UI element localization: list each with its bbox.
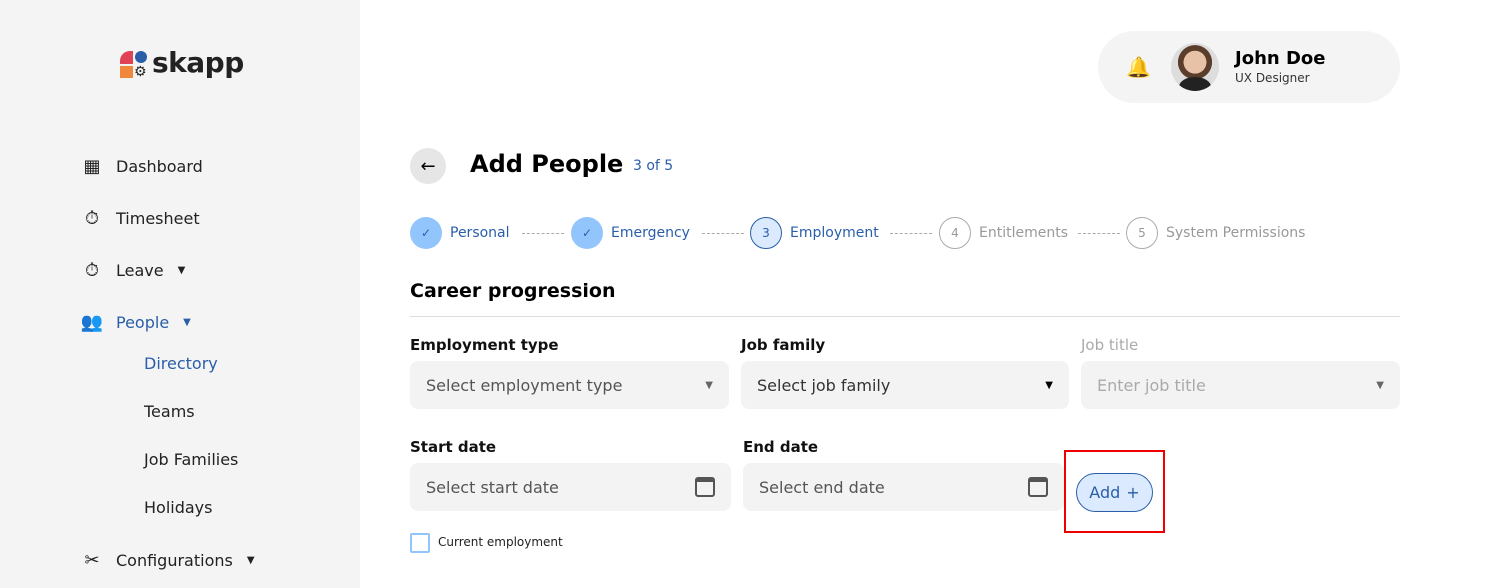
section-title: Career progression [410,280,616,302]
sidebar-subitem-holidays[interactable]: Holidays [144,498,212,517]
step-system-permissions: 5 System Permissions [1126,217,1305,249]
arrow-left-icon: ← [420,155,436,177]
avatar[interactable] [1171,43,1219,91]
end-date-placeholder: Select end date [759,477,885,497]
step-connector [1078,233,1120,234]
logo-text: skapp [152,46,244,79]
step-connector [522,233,564,234]
sidebar-item-configurations[interactable]: ✂ Configurations ▼ [80,548,255,572]
step-number: 5 [1126,217,1158,249]
end-date-label: End date [743,438,819,456]
employment-type-label: Employment type [410,336,559,354]
step-emergency: ✓ Emergency [571,217,690,249]
add-button[interactable]: Add + [1076,473,1153,512]
sidebar-item-label: Dashboard [116,156,203,176]
step-label: Personal [450,225,510,241]
step-connector [702,233,744,234]
sidebar-item-timesheet[interactable]: ⏱ Timesheet [80,206,200,230]
caret-down-icon: ▼ [183,316,191,328]
step-label: Employment [790,225,879,241]
calendar-icon[interactable] [695,477,715,497]
sidebar-item-label: Timesheet [116,208,200,228]
dashboard-icon: ▦ [83,155,101,177]
step-number: 3 [750,217,782,249]
check-icon: ✓ [410,217,442,249]
profile-role: UX Designer [1235,71,1310,85]
add-label: Add [1089,483,1121,502]
back-button[interactable]: ← [410,148,446,184]
job-title-select[interactable]: Enter job title ▼ [1081,361,1400,409]
job-family-select[interactable]: Select job family ▼ [741,361,1069,409]
employment-type-select[interactable]: Select employment type ▼ [410,361,729,409]
caret-down-icon: ▼ [246,554,255,566]
logo-mark-icon: ⚙ [120,47,150,80]
step-number: 4 [939,217,971,249]
sidebar-item-people[interactable]: 👥 People ▼ [80,310,191,334]
caret-down-icon: ▼ [1376,379,1384,391]
caret-down-icon: ▼ [1045,379,1053,391]
logo[interactable]: ⚙ skapp [120,46,244,80]
divider [410,316,1400,317]
start-date-placeholder: Select start date [426,477,559,497]
start-date-label: Start date [410,438,497,456]
step-label: Entitlements [979,225,1068,241]
sidebar-item-leave[interactable]: ⏱ Leave ▼ [80,258,185,282]
step-connector [890,233,932,234]
sidebar-item-label: Configurations [116,550,233,570]
current-employment-label: Current employment [438,535,563,549]
sidebar-item-dashboard[interactable]: ▦ Dashboard [80,154,203,178]
sidebar-subitem-directory[interactable]: Directory [144,354,218,373]
step-entitlements: 4 Entitlements [939,217,1068,249]
job-title-label: Job title [1081,336,1139,354]
job-title-placeholder: Enter job title [1097,375,1206,395]
stopwatch-icon: ⏱ [84,207,100,229]
sidebar-item-label: People [116,312,170,332]
bell-icon[interactable]: 🔔 [1126,55,1151,79]
calendar-icon[interactable] [1028,477,1048,497]
step-label: System Permissions [1166,225,1306,241]
tools-icon: ✂ [84,549,100,571]
sidebar-subitem-job-families[interactable]: Job Families [144,450,238,469]
job-family-placeholder: Select job family [757,375,891,395]
plus-icon: + [1126,483,1140,502]
step-employment: 3 Employment [750,217,879,249]
job-family-label: Job family [741,336,826,354]
people-icon: 👥 [80,311,104,333]
leave-icon: ⏱ [84,259,100,281]
sidebar-item-label: Leave [116,260,164,280]
page-title: Add People [470,150,624,178]
check-icon: ✓ [571,217,603,249]
end-date-input[interactable]: Select end date [743,463,1064,511]
employment-type-placeholder: Select employment type [426,375,623,395]
step-personal: ✓ Personal [410,217,510,249]
step-label: Emergency [611,225,690,241]
sidebar-subitem-teams[interactable]: Teams [144,402,195,421]
caret-down-icon: ▼ [705,379,713,391]
start-date-input[interactable]: Select start date [410,463,731,511]
caret-down-icon: ▼ [177,264,186,276]
profile-bar: 🔔 John Doe UX Designer [1098,31,1400,103]
sidebar: ⚙ skapp ▦ Dashboard ⏱ Timesheet ⏱ Leave ▼ 👥 P… [0,0,360,588]
profile-name: John Doe [1235,48,1326,69]
current-employment-checkbox[interactable] [410,533,430,553]
step-count: 3 of 5 [633,158,674,174]
